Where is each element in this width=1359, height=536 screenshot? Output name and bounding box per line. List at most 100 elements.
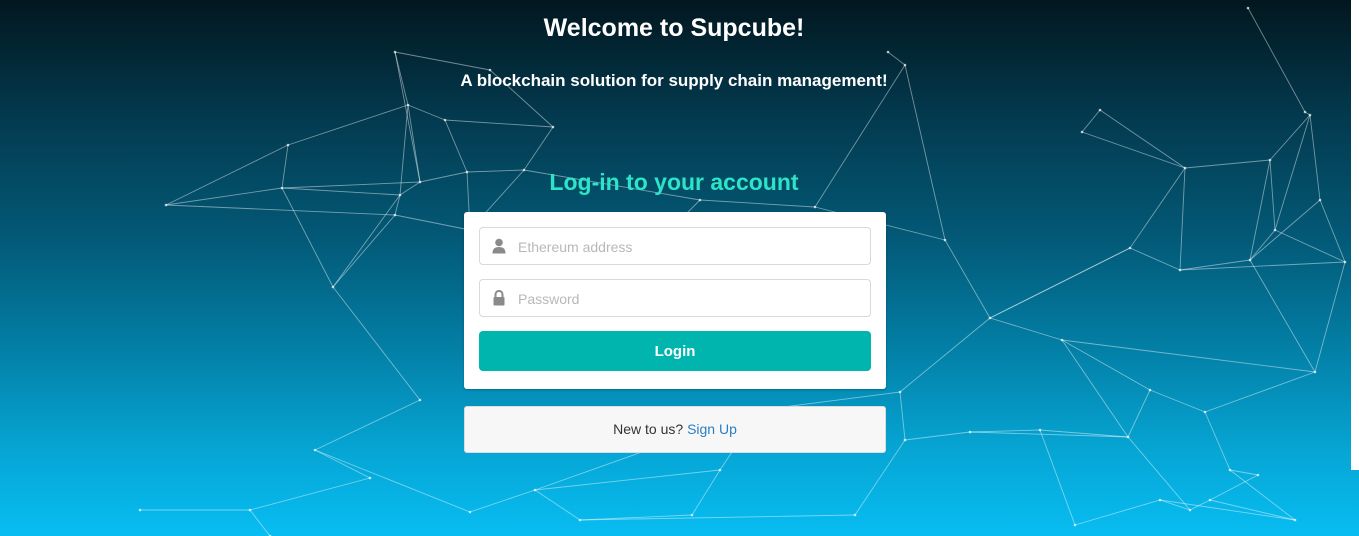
network-line [314,449,471,513]
network-node [1228,468,1232,472]
login-button[interactable]: Login [479,331,871,371]
network-line [1249,229,1276,261]
network-node [1256,473,1260,477]
network-line [1127,436,1191,511]
network-node [286,143,290,147]
network-line [1179,261,1346,271]
network-line [691,469,721,516]
network-node [578,518,582,522]
network-node [690,513,694,517]
network-line [1184,159,1271,169]
network-line [332,286,421,401]
network-node [443,118,447,122]
network-line [1061,339,1316,373]
network-line [1074,499,1161,526]
network-node [418,398,422,402]
network-node [1080,130,1084,134]
network-line [1209,474,1259,501]
network-node [164,203,168,207]
network-line [394,214,471,231]
network-line [944,239,991,319]
network-line [1269,114,1311,161]
network-node [1060,338,1064,342]
network-line [1204,411,1231,471]
network-node [1248,258,1252,262]
network-line [969,429,1041,433]
page-title: Welcome to Supcube! [543,14,805,42]
network-line [989,247,1131,319]
password-field[interactable] [479,279,871,318]
network-line [1099,109,1186,169]
network-line [165,204,396,216]
network-node [393,50,397,54]
lock-icon [492,289,506,306]
network-node [406,103,410,107]
network-node [533,488,537,492]
network-node [551,125,555,129]
scrollbar[interactable] [1351,0,1359,470]
network-node [813,205,817,209]
password-input[interactable] [516,280,868,318]
network-node [903,63,907,67]
network-node [468,510,472,514]
network-node [1203,410,1207,414]
network-line [523,126,554,171]
network-line [1249,259,1316,373]
network-node [138,508,142,512]
network-line [1061,339,1129,438]
network-node [1188,508,1192,512]
network-line [469,489,536,513]
network-line [332,194,401,288]
network-node [1318,198,1322,202]
network-line [1149,389,1206,413]
network-line [887,51,906,66]
network-node [1126,435,1130,439]
network-node [1098,108,1102,112]
network-line [332,214,396,288]
network-line [1127,389,1151,438]
network-node [1178,268,1182,272]
network-node [853,513,857,517]
network-line [394,51,491,71]
network-line [314,399,421,451]
signup-message: New to us? Sign Up [464,406,886,453]
network-node [1148,388,1152,392]
network-node [1038,428,1042,432]
network-line [444,119,554,128]
network-line [287,104,409,146]
network-node [903,438,907,442]
signup-link[interactable]: Sign Up [687,421,737,437]
network-node [898,390,902,394]
network-node [1208,498,1212,502]
network-line [899,391,906,441]
network-node [698,198,702,202]
ethereum-address-input[interactable] [516,228,868,266]
page-subtitle: A blockchain solution for supply chain m… [460,71,888,90]
network-node [1158,498,1162,502]
network-node [1268,158,1272,162]
network-line [1081,131,1186,169]
network-node [1308,113,1312,117]
network-node [313,448,317,452]
network-node [1128,246,1132,250]
network-line [444,119,468,173]
network-node [1303,110,1307,114]
network-node [1343,260,1347,264]
network-node [368,476,372,480]
network-line [904,431,971,441]
network-node [1293,518,1297,522]
network-line [249,509,271,536]
network-node [718,468,722,472]
network-line [1204,371,1316,413]
network-node [331,285,335,289]
ethereum-address-field[interactable] [479,227,871,266]
network-node [1073,523,1077,527]
login-heading: Log-in to your account [549,169,799,195]
network-line [281,187,334,288]
network-line [1081,109,1101,133]
network-line [1039,429,1076,526]
network-line [904,64,946,241]
network-line [407,104,446,121]
network-line [899,317,991,393]
network-line [1061,339,1151,391]
